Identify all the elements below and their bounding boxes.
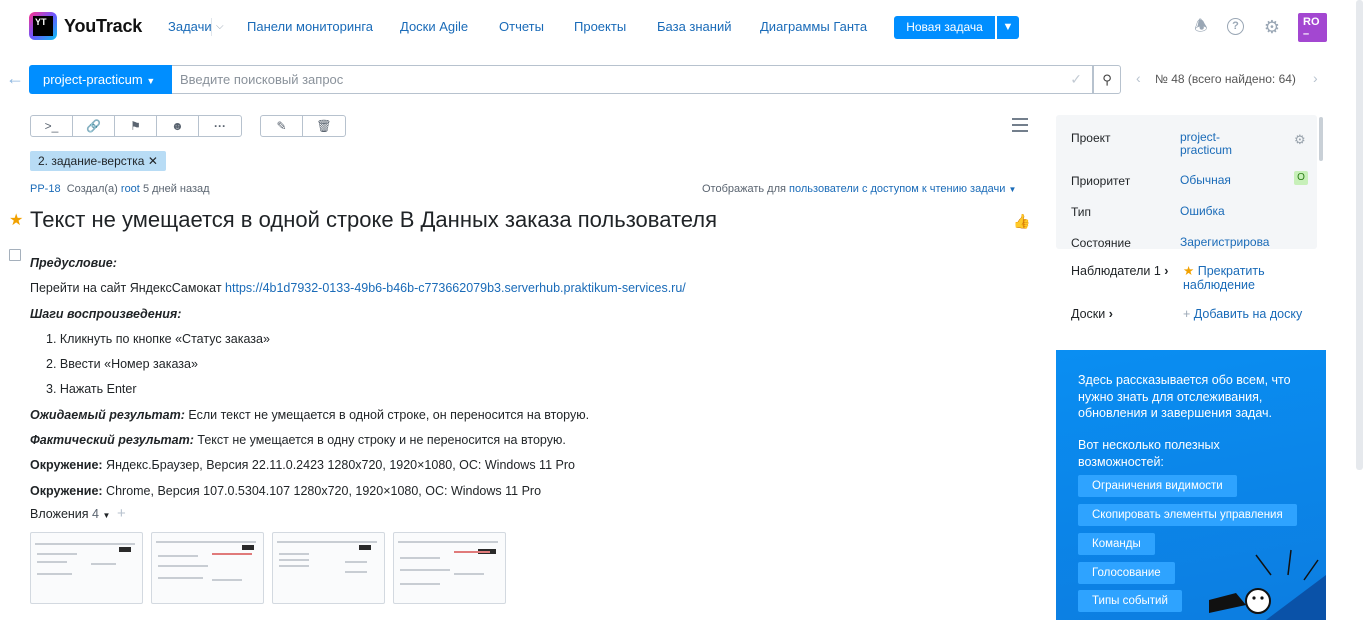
trash-icon[interactable]: 🗑 xyxy=(303,116,345,136)
search-input[interactable]: Введите поисковый запрос ✓ xyxy=(172,65,1093,94)
help-icon[interactable]: ? xyxy=(1227,18,1244,35)
new-issue-button[interactable]: Новая задача xyxy=(894,16,995,39)
fields-scrollbar[interactable] xyxy=(1319,117,1323,161)
copy-icon[interactable] xyxy=(9,249,21,261)
vote-icon[interactable]: 👍 xyxy=(1013,213,1030,230)
author-link[interactable]: root xyxy=(121,183,140,195)
nav-issues[interactable]: Задачи xyxy=(168,19,212,34)
stop-watching-button[interactable]: ★ Прекратить наблюдение xyxy=(1183,264,1303,292)
promo-chip-commands[interactable]: Команды xyxy=(1078,533,1155,555)
issue-title: Текст не умещается в одной строке В Данн… xyxy=(30,207,718,232)
watchers-toggle[interactable]: Наблюдатели 1 › xyxy=(1071,264,1168,278)
field-type-label: Тип xyxy=(1071,205,1092,219)
attachments-toggle[interactable]: Вложения 4 ▼ xyxy=(30,507,110,521)
project-context-selector[interactable]: project-practicum ▼ xyxy=(29,65,172,94)
settings-icon[interactable]: ⚙ xyxy=(1294,132,1306,148)
user-avatar[interactable]: RO – xyxy=(1298,13,1327,42)
logo-text: YouTrack xyxy=(64,15,143,36)
gear-icon[interactable]: ⚙ xyxy=(1262,17,1282,37)
attachment-thumbnail[interactable] xyxy=(393,532,506,604)
field-priority-label: Приоритет xyxy=(1071,174,1131,188)
logo-icon: YT xyxy=(29,12,57,40)
command-icon[interactable]: >_ xyxy=(31,116,73,136)
promo-chip-visibility[interactable]: Ограничения видимости xyxy=(1078,475,1237,497)
promo-chip-copy-controls[interactable]: Скопировать элементы управления xyxy=(1078,504,1297,526)
more-icon[interactable]: ··· xyxy=(199,116,241,136)
nav-agile-boards[interactable]: Доски Agile xyxy=(400,19,468,34)
top-navigation: YT YouTrack Задачи ⌵ Панели мониторинга … xyxy=(0,0,1365,54)
promo-features-title: Вот несколько полезных возможностей: xyxy=(1078,438,1220,469)
promo-chip-voting[interactable]: Голосование xyxy=(1078,562,1175,584)
step-item: 2. Ввести «Номер заказа» xyxy=(46,357,198,372)
back-arrow-icon[interactable]: ← xyxy=(6,68,24,89)
priority-badge: О xyxy=(1294,171,1308,185)
field-type-value[interactable]: Ошибка xyxy=(1180,205,1225,218)
pencil-icon[interactable]: ✎ xyxy=(261,116,303,136)
bell-icon[interactable]: 🕭 xyxy=(1191,17,1211,37)
issue-fields-panel: Проект project-practicum ⚙ Приоритет Обы… xyxy=(1056,115,1317,249)
search-button[interactable]: ⚲ xyxy=(1093,65,1121,94)
step-item: 3. Нажать Enter xyxy=(46,382,137,397)
star-icon[interactable]: ★ xyxy=(9,210,23,230)
search-icon: ⚲ xyxy=(1102,72,1112,87)
nav-dashboards[interactable]: Панели мониторинга xyxy=(247,19,373,34)
field-project-label: Проект xyxy=(1071,131,1111,145)
visibility-selector[interactable]: Отображать для пользователи с доступом к… xyxy=(702,183,1016,195)
nav-reports[interactable]: Отчеты xyxy=(499,19,544,34)
nav-issues-dropdown-icon[interactable]: ⌵ xyxy=(211,18,227,36)
remove-tag-icon[interactable]: ✕ xyxy=(148,154,158,168)
precondition-link[interactable]: https://4b1d7932-0133-49b6-b46b-c7736620… xyxy=(225,281,686,295)
field-project-value[interactable]: project-practicum xyxy=(1180,131,1260,157)
edit-toolbar: ✎ 🗑 xyxy=(260,115,346,137)
step-item: 1. Кликнуть по кнопке «Статус заказа» xyxy=(46,331,270,346)
result-counter: № 48 (всего найдено: 64) xyxy=(1155,72,1296,86)
nav-gantt-charts[interactable]: Диаграммы Ганта xyxy=(760,19,867,34)
activity-menu-icon[interactable] xyxy=(1012,118,1028,132)
add-to-board-button[interactable]: + Добавить на доску xyxy=(1183,307,1302,321)
issue-tag[interactable]: 2. задание-верстка ✕ xyxy=(30,151,166,171)
page-scrollbar[interactable] xyxy=(1356,0,1363,470)
youtrack-logo[interactable]: YT YouTrack xyxy=(29,12,142,40)
mascot-illustration xyxy=(1209,549,1326,620)
nav-projects[interactable]: Проекты xyxy=(574,19,626,34)
issue-toolbar: >_ 🔗 ⚑ ☻ ··· xyxy=(30,115,242,137)
promo-intro: Здесь рассказывается обо всем, что нужно… xyxy=(1078,373,1291,420)
field-state-value[interactable]: Зарегистрирова xyxy=(1180,236,1269,249)
saved-query-icon[interactable]: ✓ xyxy=(1070,66,1082,93)
field-state-label: Состояние xyxy=(1071,236,1131,249)
attachment-thumbnail[interactable] xyxy=(30,532,143,604)
link-icon[interactable]: 🔗 xyxy=(73,116,115,136)
boards-toggle[interactable]: Доски › xyxy=(1071,307,1113,321)
star-icon: ★ xyxy=(1183,264,1195,278)
issue-meta: PP-18 Создал(а) root 5 дней назад xyxy=(30,183,210,195)
issue-description: Предусловие: Перейти на сайт ЯндексСамок… xyxy=(30,251,1030,504)
attachment-thumbnail[interactable] xyxy=(151,532,264,604)
attachment-thumbnails xyxy=(30,532,506,604)
new-issue-dropdown-icon[interactable]: ▼ xyxy=(997,16,1019,39)
field-priority-value[interactable]: Обычная xyxy=(1180,174,1231,187)
attachment-thumbnail[interactable] xyxy=(272,532,385,604)
previous-issue-icon[interactable]: ‹ xyxy=(1136,70,1141,86)
next-issue-icon[interactable]: › xyxy=(1313,70,1318,86)
nav-knowledge-base[interactable]: База знаний xyxy=(657,19,732,34)
tag-icon[interactable]: ⚑ xyxy=(115,116,157,136)
plus-icon: + xyxy=(1183,307,1191,321)
add-attachment-icon[interactable]: + xyxy=(117,505,126,522)
help-promo-panel: Здесь рассказывается обо всем, что нужно… xyxy=(1056,350,1326,620)
promo-chip-event-types[interactable]: Типы событий xyxy=(1078,590,1182,612)
issue-id[interactable]: PP-18 xyxy=(30,183,61,195)
assignee-icon[interactable]: ☻ xyxy=(157,116,199,136)
